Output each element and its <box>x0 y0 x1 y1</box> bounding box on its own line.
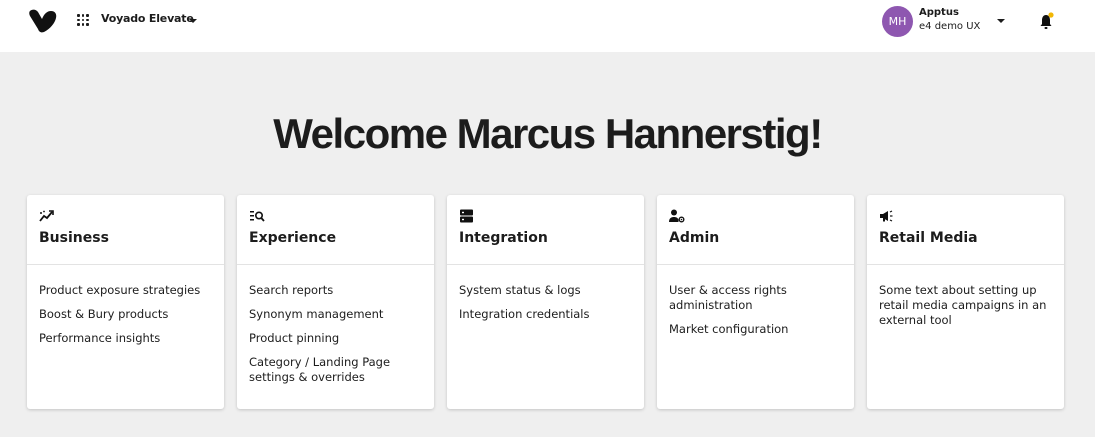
link-synonym-management[interactable]: Synonym management <box>249 307 422 322</box>
notification-dot <box>1048 12 1054 18</box>
notification-bell-icon[interactable] <box>1038 11 1056 31</box>
link-system-status-logs[interactable]: System status & logs <box>459 283 632 298</box>
app-grid-icon[interactable] <box>77 14 89 26</box>
link-product-pinning[interactable]: Product pinning <box>249 331 422 346</box>
card-links: System status & logs Integration credent… <box>447 265 644 322</box>
account-chevron-down-icon[interactable] <box>997 19 1005 23</box>
voyado-logo[interactable] <box>28 8 58 34</box>
card-business: Business Product exposure strategies Boo… <box>27 195 224 409</box>
card-title: Business <box>39 230 109 246</box>
link-category-landing-page-settings[interactable]: Category / Landing Page settings & overr… <box>249 355 422 385</box>
account-name[interactable]: Apptus <box>919 7 959 18</box>
link-user-access-rights-administration[interactable]: User & access rights administration <box>669 283 842 313</box>
card-title: Admin <box>669 230 720 246</box>
link-integration-credentials[interactable]: Integration credentials <box>459 307 632 322</box>
page-title: Welcome Marcus Hannerstig! <box>273 110 823 157</box>
card-admin: Admin User & access rights administratio… <box>657 195 854 409</box>
top-bar: Voyado Elevate MH Apptus e4 demo UX <box>0 0 1095 52</box>
card-links: User & access rights administration Mark… <box>657 265 854 337</box>
megaphone-icon <box>880 210 893 222</box>
card-links: Some text about setting up retail media … <box>867 265 1064 328</box>
search-list-icon <box>250 211 265 222</box>
card-header: Business <box>27 195 224 265</box>
trending-up-icon <box>39 210 54 222</box>
app-switcher-label[interactable]: Voyado Elevate <box>101 12 194 25</box>
card-description: Some text about setting up retail media … <box>879 283 1047 327</box>
link-product-exposure-strategies[interactable]: Product exposure strategies <box>39 283 212 298</box>
link-boost-bury-products[interactable]: Boost & Bury products <box>39 307 212 322</box>
card-header: Admin <box>657 195 854 265</box>
avatar[interactable]: MH <box>882 6 913 37</box>
link-search-reports[interactable]: Search reports <box>249 283 422 298</box>
server-icon <box>460 209 473 223</box>
card-title: Integration <box>459 230 548 246</box>
user-settings-icon <box>669 209 685 223</box>
card-retail-media: Retail Media Some text about setting up … <box>867 195 1064 409</box>
card-header: Retail Media <box>867 195 1064 265</box>
card-experience: Experience Search reports Synonym manage… <box>237 195 434 409</box>
card-links: Product exposure strategies Boost & Bury… <box>27 265 224 346</box>
link-market-configuration[interactable]: Market configuration <box>669 322 842 337</box>
account-org[interactable]: e4 demo UX <box>919 21 980 32</box>
card-title: Experience <box>249 230 337 246</box>
card-title: Retail Media <box>879 230 978 246</box>
link-performance-insights[interactable]: Performance insights <box>39 331 212 346</box>
app-switcher-chevron-down-icon[interactable] <box>189 19 197 23</box>
card-header: Integration <box>447 195 644 265</box>
card-links: Search reports Synonym management Produc… <box>237 265 434 385</box>
card-header: Experience <box>237 195 434 265</box>
card-integration: Integration System status & logs Integra… <box>447 195 644 409</box>
